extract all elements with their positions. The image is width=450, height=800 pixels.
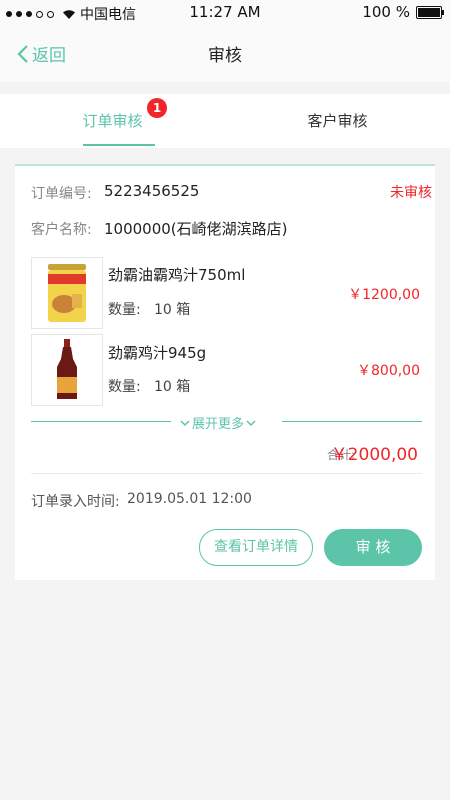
customer-label: 客户名称: [31,222,92,238]
tab-label: 订单审核 [82,112,143,130]
order-number: 5223456525 [104,182,200,200]
product-bottle-image [57,339,77,399]
view-order-details-button[interactable]: 查看订单详情 [199,529,313,566]
product-can-image [48,264,86,322]
quantity-label: 数量: [108,302,141,318]
customer-name: 1000000(石崎佬湖滨路店) [104,220,288,238]
product-name: 劲霸油霸鸡汁750ml [108,266,246,284]
chevron-down-icon [246,419,256,426]
product-price: ￥800,00 [357,363,420,379]
quantity-value: 10 箱 [154,379,191,395]
tab-order-review[interactable]: 订单审核 [0,94,225,148]
page-title: 审核 [208,46,242,66]
approve-button[interactable]: 审 核 [324,529,422,566]
expand-more-button[interactable]: 展开更多 [180,413,256,432]
status-bar: 中国电信 11:27 AM 100 % [0,0,450,26]
nav-bar: 返回 审核 [0,26,450,82]
tab-label: 客户审核 [307,112,368,130]
product-price: ￥1200,00 [348,287,420,303]
tab-active-indicator [83,144,155,146]
product-image [31,257,103,329]
tab-customer-review[interactable]: 客户审核 [225,94,450,148]
status-badge: 未审核 [390,185,432,201]
total-amount: ￥2000,00 [330,445,418,465]
notification-badge: 1 [147,98,167,118]
divider-line-left [31,421,171,422]
status-right: 100 % [362,3,444,21]
chevron-down-icon [180,419,190,426]
divider-line-right [282,421,422,422]
product-name: 劲霸鸡汁945g [108,344,207,362]
quantity-value: 10 箱 [154,302,191,318]
tab-bar: 订单审核 客户审核 [0,94,450,148]
expand-more-label: 展开更多 [192,417,245,432]
divider [31,473,422,474]
product-image [31,334,103,406]
order-number-label: 订单编号: [31,186,92,202]
quantity-label: 数量: [108,379,141,395]
battery-percent: 100 % [362,3,410,21]
battery-icon [416,5,444,19]
entry-time-label: 订单录入时间: [31,494,120,510]
entry-time-value: 2019.05.01 12:00 [127,491,252,507]
